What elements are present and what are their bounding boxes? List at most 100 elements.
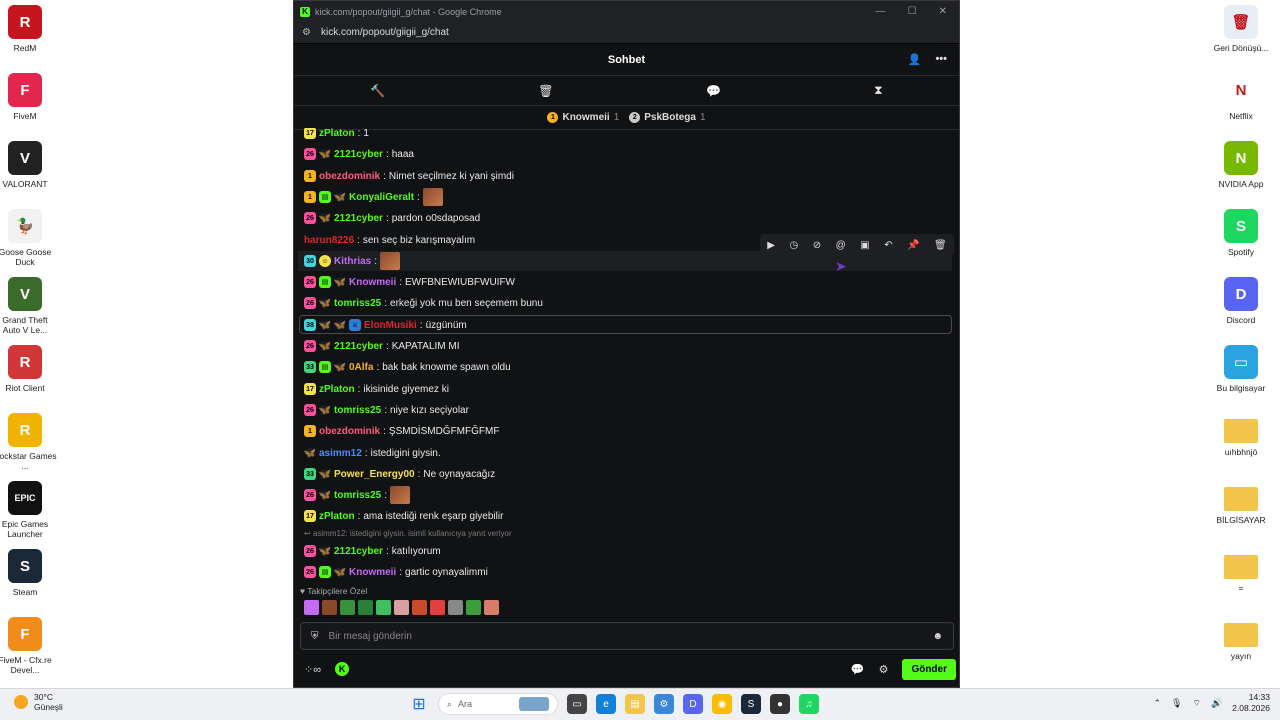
chat-username[interactable]: asimm12 xyxy=(319,448,362,459)
chat-message[interactable]: 26 🦋 tomriss25: erkeği yok mu ben seçemem b… xyxy=(304,293,543,313)
desktop-icon[interactable]: 🦆 Goose Goose Duck xyxy=(0,209,57,267)
chat-message[interactable]: 26 ▤ 🦋 Knowmeii: EWFBNEWIUBFWUIFW xyxy=(304,272,515,292)
chat-message[interactable]: 17 zPlaton: ama istediği renk eşarp giyebi… xyxy=(304,506,503,526)
settings-app-icon[interactable]: ⚙ xyxy=(654,694,674,714)
emote-option[interactable] xyxy=(358,600,373,615)
kick-icon[interactable]: K xyxy=(335,662,350,676)
chat-username[interactable]: zPlaton xyxy=(319,128,355,139)
gear-icon[interactable]: ⚙ xyxy=(879,663,889,676)
taskbar-search[interactable]: ⌕ Ara xyxy=(438,693,558,715)
desktop-icon[interactable]: V Grand Theft Auto V Le... xyxy=(0,277,57,335)
chat-username[interactable]: 2121cyber xyxy=(334,213,383,224)
gifter-entry[interactable]: 1 Knowmeii 1 xyxy=(547,112,619,123)
chat-username[interactable]: KonyaliGeralt xyxy=(349,192,414,203)
message-input[interactable]: ⛨ Bir mesaj gönderin ☻ xyxy=(300,622,954,650)
chat-message[interactable]: 38 🦋 🦋 ⚔ ElonMusiki: üzgünüm xyxy=(304,315,467,335)
close-icon[interactable]: ✕ xyxy=(939,6,947,17)
slash-icon[interactable]: ⊘ xyxy=(813,240,821,251)
chat-username[interactable]: Knowmeii xyxy=(349,567,396,578)
more-options-icon[interactable]: ••• xyxy=(935,53,947,66)
hammer-icon[interactable]: 🔨 xyxy=(370,84,385,98)
emote-option[interactable] xyxy=(340,600,355,615)
chat-username[interactable]: Knowmeii xyxy=(349,277,396,288)
file-explorer-icon[interactable]: ▤ xyxy=(625,694,645,714)
emote-option[interactable] xyxy=(484,600,499,615)
task-view-icon[interactable]: ▭ xyxy=(567,694,587,714)
chat-username[interactable]: tomriss25 xyxy=(334,405,381,416)
chat-message[interactable]: 26 ▤ 🦋 Knowmeii: gartic oynayalimmi xyxy=(304,562,488,582)
desktop-icon[interactable]: = xyxy=(1209,549,1273,593)
emote-option[interactable] xyxy=(430,600,445,615)
chat-message[interactable]: 1 ▤ 🦋 KonyaliGeralt: xyxy=(304,187,443,207)
discord-taskbar-icon[interactable]: D xyxy=(683,694,703,714)
minimize-icon[interactable]: — xyxy=(876,6,886,17)
desktop-icon[interactable]: N NVIDIA App xyxy=(1209,141,1273,189)
desktop-icon[interactable]: BİLGİSAYAR xyxy=(1209,481,1273,525)
chat-username[interactable]: harun8226 xyxy=(304,235,354,246)
desktop-icon[interactable]: S Spotify xyxy=(1209,209,1273,257)
chat-username[interactable]: obezdominik xyxy=(319,171,380,182)
weather-widget[interactable]: 30°C Güneşli xyxy=(14,692,63,712)
chat-message[interactable]: 17 zPlaton: ikisinide giyemez ki xyxy=(304,379,449,399)
desktop-icon[interactable]: uıhbhnjö xyxy=(1209,413,1273,457)
mic-icon[interactable]: 🎙 xyxy=(1171,698,1182,709)
chat-message[interactable]: 33 ▤ 🦋 0Alfa: bak bak knowme spawn oldu xyxy=(304,357,511,377)
chat-message[interactable]: 33 🦋 Power_Energy00: Ne oynayacağız xyxy=(304,464,495,484)
desktop-icon[interactable]: S Steam xyxy=(0,549,57,597)
chat-message[interactable]: harun8226: sen seç biz karışmayalım xyxy=(304,230,475,250)
hourglass-icon[interactable]: ⧗ xyxy=(874,83,882,98)
reply-icon[interactable]: ↶ xyxy=(884,240,892,251)
clock-icon[interactable]: ◷ xyxy=(789,240,798,251)
desktop-icon[interactable]: N Netflix xyxy=(1209,73,1273,121)
chat-message[interactable]: 1 obezdominik: Nimet seçilmez ki yani şimd… xyxy=(304,166,514,186)
pin-icon[interactable]: 📌 xyxy=(907,240,919,251)
chat-username[interactable]: 2121cyber xyxy=(334,149,383,160)
emote-option[interactable] xyxy=(448,600,463,615)
chat-username[interactable]: tomriss25 xyxy=(334,490,381,501)
desktop-icon[interactable]: 🗑 Geri Dönüşü... xyxy=(1209,5,1273,53)
emoji-icon[interactable]: ☻ xyxy=(932,631,943,642)
desktop-icon[interactable]: R Rockstar Games ... xyxy=(0,413,57,471)
address-bar[interactable]: ⚙ kick.com/popout/giigii_g/chat xyxy=(294,22,959,44)
desktop-icon[interactable]: F FiveM - Cfx.re Devel... xyxy=(0,617,57,675)
desktop-icon[interactable]: ▭ Bu bilgisayar xyxy=(1209,345,1273,393)
wifi-icon[interactable]: ⌔ xyxy=(1192,698,1200,709)
maximize-icon[interactable]: ☐ xyxy=(908,6,917,17)
windows-start-icon[interactable]: ⊞ xyxy=(409,694,429,714)
copy-icon[interactable]: ▣ xyxy=(860,240,869,251)
chat-username[interactable]: 0Alfa xyxy=(349,362,373,373)
chat-message[interactable]: 30 ☺ Kithrias: xyxy=(304,251,401,271)
gifter-entry[interactable]: 2 PskBotega 1 xyxy=(629,112,706,123)
desktop-icon[interactable]: D Discord xyxy=(1209,277,1273,325)
chat-message[interactable]: 🦋 asimm12: istedigini giysin. xyxy=(304,443,441,463)
chat-message[interactable]: 26 🦋 tomriss25: xyxy=(304,485,411,505)
desktop-icon[interactable]: F FiveM xyxy=(0,73,57,121)
chat-username[interactable]: zPlaton xyxy=(319,511,355,522)
emote-option[interactable] xyxy=(322,600,337,615)
chat-message[interactable]: 17 zPlaton:1 xyxy=(304,128,369,143)
points-icon[interactable]: ⁘∞ xyxy=(304,663,321,676)
spotify-taskbar-icon[interactable]: ♫ xyxy=(799,694,819,714)
mention-icon[interactable]: @ xyxy=(836,240,846,251)
chat-message[interactable]: 26 🦋 2121cyber: pardon o0sdaposad xyxy=(304,208,480,228)
chat-bubble-icon[interactable]: 💬 xyxy=(706,84,721,98)
chat-message[interactable]: 1 obezdominik: ŞSMDİSMDĞFMFĞFMF xyxy=(304,421,499,441)
chat-username[interactable]: Kithrias xyxy=(334,256,371,267)
chat-username[interactable]: Power_Energy00 xyxy=(334,469,415,480)
obs-taskbar-icon[interactable]: ● xyxy=(770,694,790,714)
site-info-icon[interactable]: ⚙ xyxy=(302,27,311,38)
emote-option[interactable] xyxy=(376,600,391,615)
chat-username[interactable]: tomriss25 xyxy=(334,298,381,309)
chat-message[interactable]: 26 🦋 2121cyber: haaa xyxy=(304,144,414,164)
edge-icon[interactable]: e xyxy=(596,694,616,714)
chat-username[interactable]: ElonMusiki xyxy=(364,320,417,331)
chevron-up-icon[interactable]: ⌃ xyxy=(1154,698,1162,709)
desktop-icon[interactable]: R Riot Client xyxy=(0,345,57,393)
send-button[interactable]: Gönder xyxy=(902,658,956,680)
chat-username[interactable]: 2121cyber xyxy=(334,341,383,352)
desktop-icon[interactable]: R RedM xyxy=(0,5,57,53)
trash-icon[interactable]: 🗑 xyxy=(538,84,553,98)
chat-username[interactable]: obezdominik xyxy=(319,426,380,437)
chat-message[interactable]: 26 🦋 2121cyber: katılıyorum xyxy=(304,541,441,561)
chat-settings-bubble-icon[interactable]: 💬 xyxy=(851,663,865,676)
